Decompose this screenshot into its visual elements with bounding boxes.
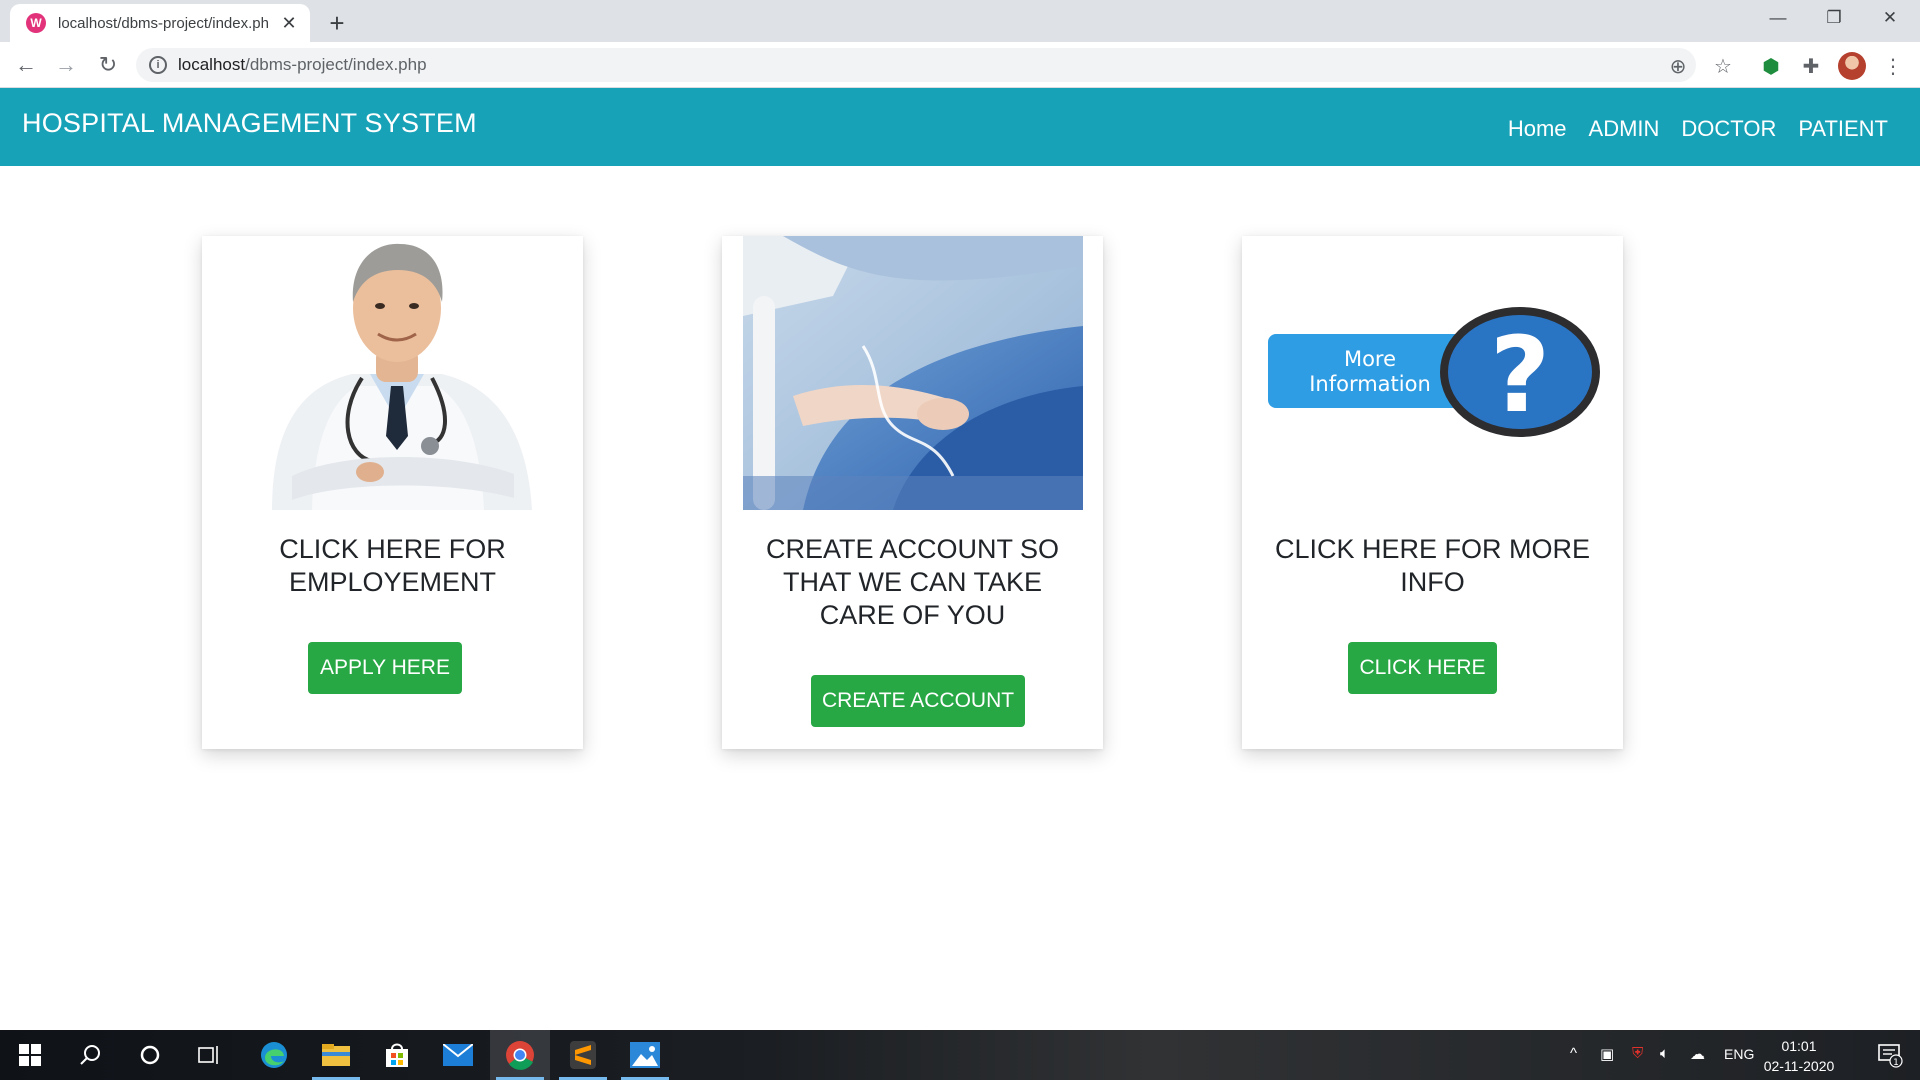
chrome-icon[interactable] bbox=[490, 1030, 550, 1080]
click-here-button[interactable]: CLICK HERE bbox=[1348, 642, 1497, 694]
address-bar[interactable]: i localhost/dbms-project/index.php ⊕ bbox=[136, 48, 1696, 82]
create-account-button[interactable]: CREATE ACCOUNT bbox=[811, 675, 1025, 727]
tab-title: localhost/dbms-project/index.ph bbox=[58, 14, 269, 32]
extensions-puzzle-icon[interactable]: ✚ bbox=[1798, 53, 1824, 79]
new-tab-button[interactable]: + bbox=[322, 8, 352, 38]
photos-icon[interactable] bbox=[615, 1030, 675, 1080]
sublime-text-icon[interactable] bbox=[553, 1030, 613, 1080]
android-extension-icon[interactable]: ⬢ bbox=[1758, 53, 1784, 79]
windows-start-icon[interactable] bbox=[0, 1030, 60, 1080]
forward-button[interactable]: → bbox=[50, 49, 82, 81]
question-mark-icon: ? bbox=[1490, 314, 1550, 436]
nav-links: Home ADMIN DOCTOR PATIENT bbox=[1508, 116, 1888, 142]
employment-card: CLICK HERE FOR EMPLOYEMENT APPLY HERE bbox=[202, 236, 583, 749]
nav-patient-link[interactable]: PATIENT bbox=[1798, 116, 1888, 142]
cortana-icon[interactable] bbox=[120, 1030, 180, 1080]
show-hidden-icons-chevron-icon[interactable]: ^ bbox=[1570, 1045, 1577, 1062]
nav-doctor-link[interactable]: DOCTOR bbox=[1681, 116, 1776, 142]
profile-avatar[interactable] bbox=[1838, 52, 1866, 80]
create-account-card: CREATE ACCOUNT SO THAT WE CAN TAKE CARE … bbox=[722, 236, 1103, 749]
antivirus-shield-icon[interactable]: ⛨ bbox=[1632, 1045, 1643, 1062]
url-text: localhost/dbms-project/index.php bbox=[178, 55, 427, 74]
browser-toolbar: ← → ↻ i localhost/dbms-project/index.php… bbox=[0, 42, 1920, 88]
more-info-card-title: CLICK HERE FOR MORE INFO bbox=[1274, 534, 1591, 597]
file-explorer-icon[interactable] bbox=[306, 1030, 366, 1080]
minimize-window-button[interactable]: — bbox=[1750, 0, 1806, 36]
bookmark-star-icon[interactable]: ☆ bbox=[1710, 53, 1736, 79]
clock-date: 02-11-2020 bbox=[1763, 1058, 1835, 1074]
site-navbar: HOSPITAL MANAGEMENT SYSTEM Home ADMIN DO… bbox=[0, 88, 1920, 166]
image-text-more: More bbox=[1344, 347, 1396, 371]
nav-admin-link[interactable]: ADMIN bbox=[1589, 116, 1660, 142]
back-button[interactable]: ← bbox=[10, 49, 42, 81]
browser-tab-strip: W localhost/dbms-project/index.ph ✕ + — … bbox=[0, 0, 1920, 42]
site-favicon-icon: W bbox=[26, 13, 46, 33]
employment-card-title: CLICK HERE FOR EMPLOYEMENT bbox=[279, 534, 506, 597]
create-account-card-title: CREATE ACCOUNT SO THAT WE CAN TAKE CARE … bbox=[765, 534, 1060, 630]
restore-window-button[interactable]: ❐ bbox=[1806, 0, 1862, 36]
patient-image bbox=[743, 236, 1083, 510]
search-icon[interactable] bbox=[60, 1030, 120, 1080]
action-center-icon[interactable]: 1 bbox=[1860, 1030, 1920, 1080]
image-text-information: Information bbox=[1309, 372, 1431, 396]
browser-tab[interactable]: W localhost/dbms-project/index.ph ✕ bbox=[10, 4, 310, 42]
svg-text:1: 1 bbox=[1893, 1058, 1899, 1068]
nav-home-link[interactable]: Home bbox=[1508, 116, 1567, 142]
more-information-image: More Information ? bbox=[1262, 236, 1604, 510]
store-icon[interactable] bbox=[367, 1030, 427, 1080]
site-info-icon[interactable]: i bbox=[149, 56, 167, 74]
browser-menu-icon[interactable]: ⋮ bbox=[1880, 53, 1906, 79]
close-tab-icon[interactable]: ✕ bbox=[278, 12, 300, 34]
mail-icon[interactable] bbox=[428, 1030, 488, 1080]
clock-time: 01:01 bbox=[1781, 1038, 1817, 1054]
reload-button[interactable]: ↻ bbox=[92, 49, 124, 81]
more-info-card: More Information ? CLICK HERE FOR MORE I… bbox=[1242, 236, 1623, 749]
apply-here-button[interactable]: APPLY HERE bbox=[308, 642, 462, 694]
site-brand[interactable]: HOSPITAL MANAGEMENT SYSTEM bbox=[22, 108, 477, 139]
network-device-icon[interactable]: ▣ bbox=[1600, 1045, 1614, 1063]
windows-taskbar: ^ ▣ ⛨ 🔈︎ ☁ ENG 01:01 02-11-2020 1 bbox=[0, 1030, 1920, 1080]
doctor-image bbox=[252, 236, 542, 510]
task-view-icon[interactable] bbox=[180, 1030, 240, 1080]
edge-browser-icon[interactable] bbox=[244, 1030, 304, 1080]
taskbar-clock[interactable]: 01:01 02-11-2020 bbox=[1760, 1036, 1838, 1076]
onedrive-cloud-icon[interactable]: ☁ bbox=[1690, 1045, 1705, 1063]
zoom-icon[interactable]: ⊕ bbox=[1666, 54, 1690, 78]
screen: W localhost/dbms-project/index.ph ✕ + — … bbox=[0, 0, 1920, 1080]
close-window-button[interactable]: ✕ bbox=[1862, 0, 1918, 36]
language-indicator[interactable]: ENG bbox=[1724, 1046, 1754, 1062]
volume-icon[interactable]: 🔈︎ bbox=[1660, 1045, 1669, 1062]
